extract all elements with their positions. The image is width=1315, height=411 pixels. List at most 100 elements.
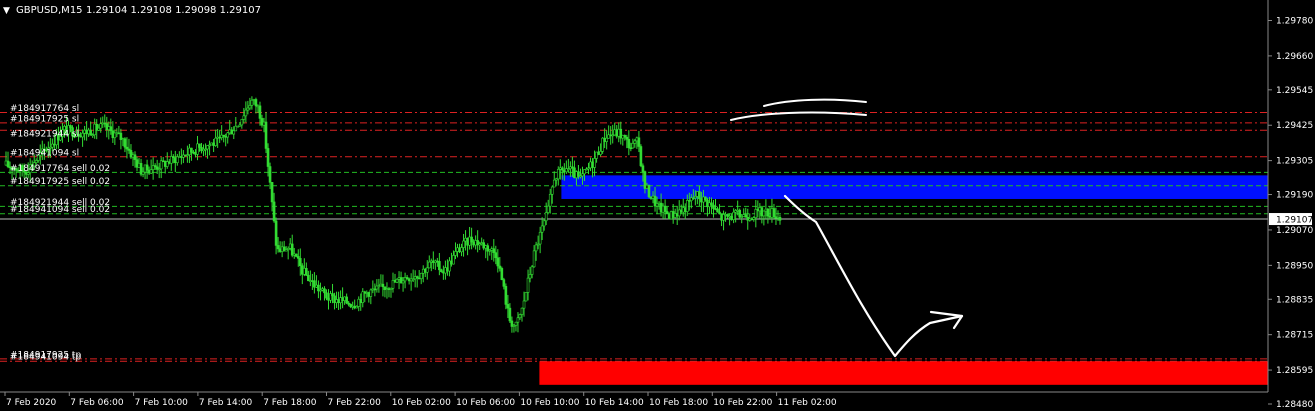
candle-body: [732, 211, 735, 220]
candle-body: [165, 161, 169, 167]
candle-body: [327, 297, 330, 301]
price-tick-label: 1.29425: [1276, 121, 1313, 131]
candle-body: [393, 280, 397, 283]
candle-body: [760, 207, 764, 217]
candle-body: [385, 288, 389, 290]
candle-body: [121, 138, 125, 141]
candle-body: [526, 277, 530, 293]
candle-body: [754, 209, 758, 218]
hand-drawing-layer: [730, 98, 964, 358]
candle-body: [631, 143, 635, 149]
candle-body: [607, 134, 610, 139]
collapse-arrow-icon[interactable]: ▼: [3, 6, 10, 16]
candle-body: [736, 209, 739, 212]
candle-body: [87, 129, 90, 135]
candle-body: [744, 214, 748, 218]
candle-body: [718, 211, 721, 215]
candle-body: [492, 248, 496, 253]
candle-body: [81, 132, 84, 138]
candle-body: [401, 280, 405, 284]
candle-body: [413, 276, 417, 280]
candle-body: [490, 248, 494, 251]
candle-body: [83, 129, 86, 134]
candle-body: [687, 200, 691, 202]
candle-body: [353, 305, 357, 309]
candle-body: [438, 261, 441, 271]
candle-body: [373, 288, 377, 291]
candle-body: [530, 266, 534, 275]
candle-body: [613, 129, 617, 136]
candle-body: [260, 118, 264, 126]
candle-body: [752, 217, 756, 220]
candle-body: [256, 105, 260, 108]
candle-body: [284, 249, 288, 252]
price-chart[interactable]: ▼ GBPUSD,M15 1.29104 1.29108 1.29098 1.2…: [0, 0, 1315, 411]
candle-body: [415, 276, 419, 279]
candle-body: [204, 148, 207, 151]
candle-body: [540, 225, 544, 233]
candle-body: [178, 156, 181, 158]
candle-body: [161, 160, 165, 163]
candle-body: [494, 252, 498, 259]
candle-body: [427, 261, 431, 269]
candle-body: [389, 287, 393, 290]
candle-body: [558, 167, 562, 170]
zone-supply[interactable]: [561, 175, 1268, 199]
candle-body: [712, 204, 715, 209]
candle-body: [270, 182, 274, 203]
candle-body: [518, 314, 522, 319]
candle-body: [417, 277, 421, 280]
candle-body: [575, 171, 578, 179]
candle-body: [478, 243, 481, 246]
candle-body: [300, 265, 304, 275]
candle-body: [726, 214, 729, 217]
candle-body: [597, 151, 600, 155]
price-tick-label: 1.28950: [1276, 261, 1313, 271]
candle-body: [345, 296, 348, 304]
candle-body: [99, 123, 103, 129]
candle-body: [649, 196, 653, 199]
candle-body: [667, 213, 671, 220]
zone-target[interactable]: [539, 361, 1268, 385]
candle-body: [333, 295, 336, 304]
candle-body: [220, 134, 223, 138]
candle-body: [232, 130, 236, 135]
candle-body: [548, 193, 552, 207]
time-axis[interactable]: 7 Feb 2020 7 Feb 06:00 7 Feb 10:00 7 Feb 14…: [4, 392, 837, 408]
candle-body: [288, 243, 292, 249]
candle-body: [635, 137, 639, 142]
candle-body: [6, 160, 10, 168]
price-tick-label: 1.29305: [1276, 157, 1313, 167]
candle-body: [421, 268, 425, 274]
candle-body: [34, 160, 38, 163]
candle-body: [377, 285, 381, 288]
candle-body: [679, 209, 683, 213]
time-tick-label: 7 Feb 06:00: [70, 398, 124, 408]
order-label: #184921944 sl: [10, 130, 79, 140]
candle-body: [411, 278, 415, 281]
candle-body: [222, 134, 225, 137]
candle-body: [482, 242, 486, 249]
candle-body: [532, 250, 536, 268]
candle-body: [577, 171, 580, 177]
candle-body: [180, 156, 183, 158]
candle-body: [462, 240, 465, 248]
candle-body: [419, 273, 423, 279]
candle-body: [472, 241, 475, 246]
candle-body: [200, 147, 203, 152]
candle-body: [371, 288, 375, 291]
price-tick-label: 1.29780: [1276, 17, 1313, 27]
candle-body: [315, 284, 318, 288]
time-tick-label: 7 Feb 2020: [6, 398, 57, 408]
candle-body: [383, 286, 387, 290]
order-label: #184941094 sl: [10, 148, 79, 158]
candle-body: [625, 136, 629, 140]
price-axis[interactable]: 1.29780 1.29660 1.29545 1.29425 1.29305 1.291…: [1268, 17, 1313, 411]
candle-body: [196, 143, 199, 155]
candle-body: [720, 213, 723, 221]
candle-body: [764, 208, 768, 212]
candle-body: [349, 304, 352, 308]
candle-body: [734, 210, 737, 213]
candle-body: [367, 292, 371, 297]
candle-body: [546, 205, 550, 213]
